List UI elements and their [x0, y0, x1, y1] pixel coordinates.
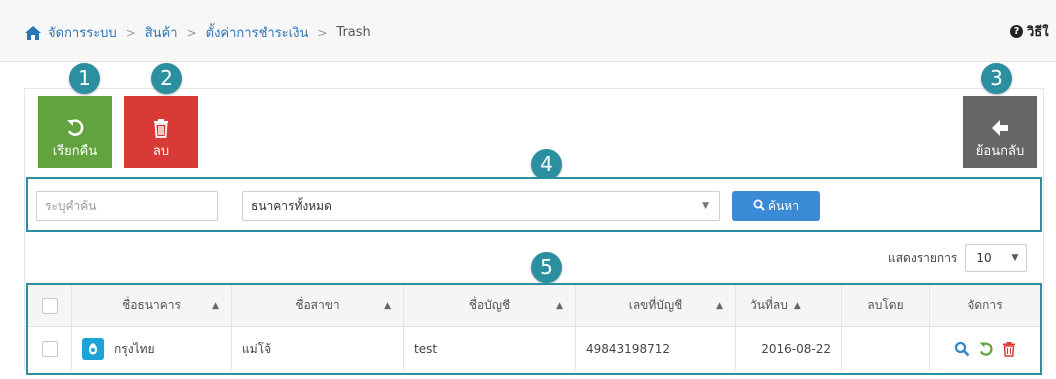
- bank-logo-icon: [82, 338, 104, 360]
- row-select-cell: [28, 327, 72, 371]
- header-cell-bank[interactable]: ชื่อธนาคาร ▲: [72, 285, 232, 326]
- delete-icon[interactable]: [1002, 341, 1016, 357]
- page-size-label: แสดงรายการ: [888, 250, 958, 265]
- callout-5: 5: [531, 252, 562, 283]
- breadcrumb-separator: >: [125, 25, 136, 40]
- header-cell-deleted-by: ลบโดย: [842, 285, 930, 326]
- breadcrumb-separator: >: [186, 25, 197, 40]
- header-label: จัดการ: [967, 298, 1003, 312]
- undo-icon: [67, 118, 84, 136]
- header-label: ชื่อบัญชี: [468, 298, 511, 312]
- breadcrumb: จัดการระบบ > สินค้า > ตั้งค่าการชำระเงิน…: [24, 22, 371, 43]
- keyword-input[interactable]: [36, 191, 218, 221]
- search-button[interactable]: ค้นหา: [732, 191, 820, 221]
- view-icon[interactable]: [954, 341, 970, 357]
- breadcrumb-item-payment-settings[interactable]: ตั้งค่าการชำระเงิน: [206, 22, 309, 43]
- callout-2: 2: [151, 63, 182, 94]
- cell-actions: [930, 327, 1040, 371]
- header-cell-actions: จัดการ: [930, 285, 1040, 326]
- page-size-control: แสดงรายการ 10 ▼: [888, 244, 1028, 272]
- search-icon: [753, 199, 765, 211]
- breadcrumb-item-products[interactable]: สินค้า: [145, 22, 178, 43]
- header-label: ลบโดย: [867, 298, 904, 312]
- row-checkbox[interactable]: [41, 341, 58, 357]
- deleted-date: 2016-08-22: [761, 342, 831, 356]
- bank-select-value: ธนาคารทั้งหมด: [251, 199, 332, 213]
- cell-deleted-by: [842, 327, 930, 371]
- header-cell-deleted-date[interactable]: วันที่ลบ ▲: [736, 285, 842, 326]
- help-icon: ?: [1010, 25, 1023, 38]
- search-label: ค้นหา: [768, 199, 799, 213]
- chevron-down-icon: ▼: [1011, 253, 1019, 263]
- header-cell-account-name[interactable]: ชื่อบัญชี ▲: [404, 285, 576, 326]
- breadcrumb-separator: >: [317, 25, 328, 40]
- account-name: test: [414, 342, 438, 356]
- callout-1: 1: [69, 63, 100, 94]
- cell-account-no: 49843198712: [576, 327, 736, 371]
- header-label: ชื่อสาขา: [295, 298, 340, 312]
- chevron-down-icon: ▼: [702, 201, 709, 211]
- delete-button[interactable]: ลบ: [124, 96, 198, 168]
- trash-table: ชื่อธนาคาร ▲ ชื่อสาขา ▲ ชื่อบัญชี ▲ เลขที่บ…: [26, 283, 1042, 375]
- cell-branch: แม่โจ้: [232, 327, 404, 371]
- callout-4: 4: [531, 149, 562, 180]
- table-header: ชื่อธนาคาร ▲ ชื่อสาขา ▲ ชื่อบัญชี ▲ เลขที่บ…: [28, 285, 1040, 327]
- header-cell-account-no[interactable]: เลขที่บัญชี ▲: [576, 285, 736, 326]
- cell-account-name: test: [404, 327, 576, 371]
- sort-icon: ▲: [716, 300, 723, 311]
- callout-3: 3: [981, 63, 1012, 94]
- restore-button[interactable]: เรียกคืน: [38, 96, 112, 168]
- back-button[interactable]: ย้อนกลับ: [963, 96, 1037, 168]
- restore-label: เรียกคืน: [52, 142, 98, 158]
- breadcrumb-current: Trash: [336, 25, 371, 40]
- account-number: 49843198712: [586, 342, 670, 356]
- search-filter-box: ธนาคารทั้งหมด ▼ ค้นหา: [26, 177, 1042, 232]
- top-bar: จัดการระบบ > สินค้า > ตั้งค่าการชำระเงิน…: [0, 0, 1056, 62]
- restore-icon[interactable]: [978, 341, 994, 357]
- header-label: ชื่อธนาคาร: [122, 298, 181, 312]
- page-size-select[interactable]: 10 ▼: [965, 244, 1028, 272]
- branch-name: แม่โจ้: [242, 341, 272, 356]
- back-label: ย้อนกลับ: [975, 142, 1025, 158]
- sort-icon: ▲: [556, 300, 563, 311]
- header-label: วันที่ลบ: [750, 298, 788, 312]
- sort-icon: ▲: [793, 300, 801, 311]
- table-row: กรุงไทย แม่โจ้ test 49843198712 2016-08-…: [28, 327, 1040, 371]
- sort-icon: ▲: [212, 300, 219, 311]
- bank-name: กรุงไทย: [114, 341, 155, 356]
- row-actions: [940, 341, 1030, 357]
- trash-icon: [154, 118, 168, 138]
- sort-icon: ▲: [384, 300, 391, 311]
- bank-select[interactable]: ธนาคารทั้งหมด ▼: [242, 191, 720, 221]
- header-cell-branch[interactable]: ชื่อสาขา ▲: [232, 285, 404, 326]
- breadcrumb-item-system[interactable]: จัดการระบบ: [48, 22, 117, 43]
- select-all-checkbox[interactable]: [41, 297, 58, 314]
- cell-bank: กรุงไทย: [72, 327, 232, 371]
- arrow-left-icon: [992, 119, 1008, 136]
- home-icon[interactable]: [24, 25, 42, 41]
- delete-label: ลบ: [152, 142, 170, 158]
- help-link[interactable]: ? วิธีใ: [1010, 21, 1049, 42]
- header-label: เลขที่บัญชี: [628, 298, 683, 312]
- help-label: วิธีใ: [1027, 25, 1049, 40]
- header-cell-select: [28, 285, 72, 326]
- cell-deleted-date: 2016-08-22: [736, 327, 842, 371]
- page-size-value: 10: [976, 251, 992, 265]
